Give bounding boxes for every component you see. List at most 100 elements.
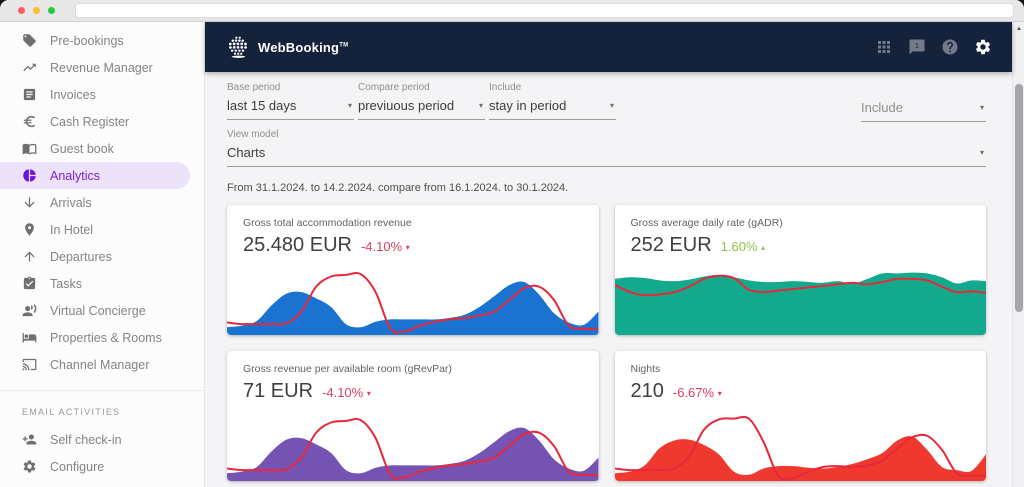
sidebar-item-channel-manager[interactable]: Channel Manager xyxy=(0,351,204,378)
sidebar-item-guest-book[interactable]: Guest book xyxy=(0,135,204,162)
sidebar-section-email-activities: EMAIL ACTIVITIES xyxy=(0,407,204,417)
include-right-select[interactable]: Include▾ xyxy=(861,82,986,122)
voice-person-icon xyxy=(22,303,37,318)
apps-grid-icon[interactable] xyxy=(875,38,893,56)
arrow-down-icon xyxy=(22,195,37,210)
trend-caret-icon: ▾ xyxy=(406,243,410,252)
sidebar-item-label: Pre-bookings xyxy=(50,34,124,48)
euro-icon xyxy=(22,114,37,129)
nights-area-chart xyxy=(615,403,987,481)
close-window-button[interactable] xyxy=(18,7,25,14)
minimize-window-button[interactable] xyxy=(33,7,40,14)
date-range-summary: From 31.1.2024. to 14.2.2024. compare fr… xyxy=(227,182,986,194)
card-value: 210 xyxy=(631,380,664,403)
sidebar-item-cash-register[interactable]: Cash Register xyxy=(0,108,204,135)
base-period-select[interactable]: Base period last 15 days▾ xyxy=(227,82,354,122)
chevron-down-icon: ▾ xyxy=(980,148,984,157)
gear-icon xyxy=(22,459,37,474)
trend-caret-icon: ▴ xyxy=(761,243,765,252)
include-right-placeholder: Include xyxy=(861,100,903,115)
sidebar-item-label: Configure xyxy=(50,460,104,474)
top-navbar: WebBookingTM 1 xyxy=(205,22,1012,72)
sidebar-item-label: Virtual Concierge xyxy=(50,304,146,318)
sidebar-item-label: In Hotel xyxy=(50,223,93,237)
card-value: 71 EUR xyxy=(243,380,313,403)
url-bar[interactable] xyxy=(75,3,1014,18)
card-change[interactable]: 1.60% ▴ xyxy=(721,239,766,254)
card-nights: Nights 210 -6.67% ▾ xyxy=(615,351,987,481)
compare-period-label: Compare period xyxy=(358,82,485,93)
sidebar-item-pre-bookings[interactable]: Pre-bookings xyxy=(0,27,204,54)
sidebar-item-arrivals[interactable]: Arrivals xyxy=(0,189,204,216)
include-select[interactable]: Include stay in period▾ xyxy=(489,82,616,122)
sidebar: Pre-bookings Revenue Manager Invoices Ca… xyxy=(0,22,205,487)
chevron-down-icon: ▾ xyxy=(348,101,352,110)
sidebar-divider xyxy=(0,390,204,391)
view-model-label: View model xyxy=(227,129,986,140)
gadr-area-chart xyxy=(615,257,987,335)
sidebar-item-invoices[interactable]: Invoices xyxy=(0,81,204,108)
sidebar-item-label: Cash Register xyxy=(50,115,129,129)
revenue-area-chart xyxy=(227,257,599,335)
bed-icon xyxy=(22,330,37,345)
zoom-window-button[interactable] xyxy=(48,7,55,14)
invoice-icon xyxy=(22,87,37,102)
settings-icon[interactable] xyxy=(974,38,992,56)
analytics-content: Base period last 15 days▾ Compare period… xyxy=(205,72,1012,487)
person-add-icon xyxy=(22,432,37,447)
sidebar-item-label: Arrivals xyxy=(50,196,92,210)
book-icon xyxy=(22,141,37,156)
base-period-value: last 15 days xyxy=(227,98,296,113)
card-value: 25.480 EUR xyxy=(243,234,352,257)
chevron-down-icon: ▾ xyxy=(479,101,483,110)
sidebar-item-configure[interactable]: Configure xyxy=(0,453,204,480)
cast-icon xyxy=(22,357,37,372)
include-value: stay in period xyxy=(489,98,566,113)
scrollbar-up-arrow-icon[interactable]: ▲ xyxy=(1013,26,1024,32)
sidebar-item-label: Invoices xyxy=(50,88,96,102)
help-icon[interactable] xyxy=(941,38,959,56)
card-change[interactable]: -4.10% ▾ xyxy=(322,385,371,400)
card-gross-average-daily-rate: Gross average daily rate (gADR) 252 EUR … xyxy=(615,205,987,335)
compare-period-select[interactable]: Compare period previuous period ▾ xyxy=(358,82,485,122)
browser-chrome xyxy=(0,0,1024,22)
sidebar-item-label: Channel Manager xyxy=(50,358,149,372)
card-change[interactable]: -4.10% ▾ xyxy=(361,239,410,254)
brand-trademark: TM xyxy=(339,42,348,48)
scrollbar-thumb[interactable] xyxy=(1015,84,1023,312)
pie-chart-icon xyxy=(22,168,37,183)
compare-period-value: previuous period xyxy=(358,98,454,113)
sidebar-item-label: Revenue Manager xyxy=(50,61,153,75)
sidebar-item-tasks[interactable]: Tasks xyxy=(0,270,204,297)
sidebar-item-departures[interactable]: Departures xyxy=(0,243,204,270)
card-gross-total-accommodation-revenue: Gross total accommodation revenue 25.480… xyxy=(227,205,599,335)
sidebar-item-label: Properties & Rooms xyxy=(50,331,162,345)
brand-name: WebBookingTM xyxy=(258,40,348,55)
card-title: Nights xyxy=(631,363,971,375)
globe-dots-logo-icon xyxy=(225,34,251,60)
card-title: Gross average daily rate (gADR) xyxy=(631,217,971,229)
include-label: Include xyxy=(489,82,616,93)
brand-logo[interactable]: WebBookingTM xyxy=(225,34,348,60)
card-title: Gross revenue per available room (gRevPa… xyxy=(243,363,583,375)
task-check-icon xyxy=(22,276,37,291)
tag-icon xyxy=(22,33,37,48)
view-model-select[interactable]: View model Charts▾ xyxy=(227,129,986,167)
sidebar-item-properties-rooms[interactable]: Properties & Rooms xyxy=(0,324,204,351)
sidebar-item-analytics[interactable]: Analytics xyxy=(0,162,190,189)
sidebar-item-label: Tasks xyxy=(50,277,82,291)
sidebar-item-virtual-concierge[interactable]: Virtual Concierge xyxy=(0,297,204,324)
chat-icon[interactable]: 1 xyxy=(908,38,926,56)
sidebar-item-label: Guest book xyxy=(50,142,114,156)
sidebar-item-revenue-manager[interactable]: Revenue Manager xyxy=(0,54,204,81)
location-pin-icon xyxy=(22,222,37,237)
sidebar-item-self-check-in[interactable]: Self check-in xyxy=(0,426,204,453)
page-scrollbar[interactable]: ▲ xyxy=(1012,22,1024,487)
trending-up-icon xyxy=(22,60,37,75)
card-change[interactable]: -6.67% ▾ xyxy=(673,385,722,400)
sidebar-item-in-hotel[interactable]: In Hotel xyxy=(0,216,204,243)
trend-caret-icon: ▾ xyxy=(367,389,371,398)
arrow-up-icon xyxy=(22,249,37,264)
sidebar-item-label: Self check-in xyxy=(50,433,122,447)
grevpar-area-chart xyxy=(227,403,599,481)
